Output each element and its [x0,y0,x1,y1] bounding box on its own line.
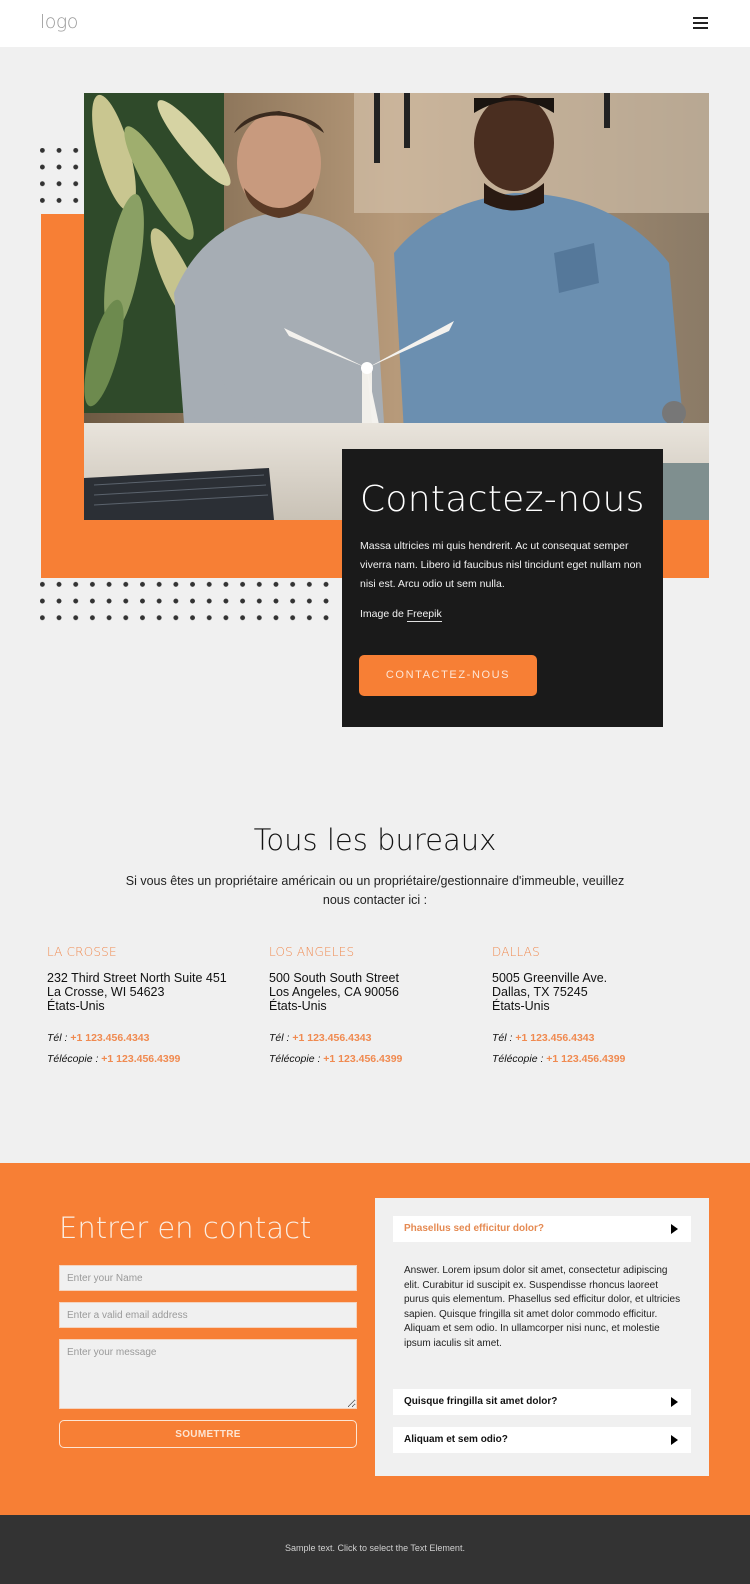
faq-question-1[interactable]: Phasellus sed efficitur dolor? [393,1216,691,1242]
play-arrow-icon [671,1435,678,1445]
menu-bar [693,22,708,24]
faq-question-text: Aliquam et sem odio? [404,1434,508,1445]
faq-question-text: Quisque fringilla sit amet dolor? [404,1396,558,1407]
credit-prefix: Image de [360,608,407,620]
office-dallas: DALLAS 5005 Greenville Ave. Dallas, TX 7… [492,945,712,1070]
fax-label: Télécopie : [492,1053,547,1065]
office-phones: Tél : +1 123.456.4343 Télécopie : +1 123… [47,1028,267,1070]
tel-label: Tél : [492,1032,516,1044]
address-line: Dallas, TX 75245 [492,985,588,999]
hero-title: Contactez-nous [360,479,645,520]
faq-question-text: Phasellus sed efficitur dolor? [404,1223,545,1234]
office-la-crosse: LA CROSSE 232 Third Street North Suite 4… [47,945,267,1070]
tel-number[interactable]: +1 123.456.4343 [70,1032,149,1044]
play-arrow-icon [671,1224,678,1234]
image-credit: Image de Freepik [360,608,645,622]
address-line: États-Unis [492,999,550,1013]
submit-button[interactable]: SOUMETTRE [59,1420,357,1448]
email-input[interactable] [59,1302,357,1328]
fax-number[interactable]: +1 123.456.4399 [323,1053,402,1065]
address-line: Los Angeles, CA 90056 [269,985,399,999]
hamburger-menu-icon[interactable] [693,16,708,30]
office-address: 232 Third Street North Suite 451 La Cros… [47,971,267,1013]
freepik-link[interactable]: Freepik [406,608,442,622]
faq-panel: Phasellus sed efficitur dolor? Answer. L… [375,1198,709,1476]
name-input[interactable] [59,1265,357,1291]
site-header: logo [0,0,750,47]
address-line: La Crosse, WI 54623 [47,985,165,999]
menu-bar [693,27,708,29]
office-city: LA CROSSE [47,945,117,959]
menu-bar [693,17,708,19]
tel-label: Tél : [47,1032,71,1044]
office-city: LOS ANGELES [269,945,355,959]
logo[interactable]: logo [40,11,78,33]
address-line: 232 Third Street North Suite 451 [47,971,227,985]
address-line: 5005 Greenville Ave. [492,971,608,985]
tel-number[interactable]: +1 123.456.4343 [292,1032,371,1044]
faq-question-3[interactable]: Aliquam et sem odio? [393,1427,691,1453]
tel-number[interactable]: +1 123.456.4343 [515,1032,594,1044]
message-textarea[interactable] [59,1339,357,1409]
dot-pattern-decoration [40,580,332,626]
fax-number[interactable]: +1 123.456.4399 [101,1053,180,1065]
fax-number[interactable]: +1 123.456.4399 [546,1053,625,1065]
office-city: DALLAS [492,945,540,959]
tel-label: Tél : [269,1032,293,1044]
office-phones: Tél : +1 123.456.4343 Télécopie : +1 123… [492,1028,712,1070]
address-line: États-Unis [47,999,105,1013]
faq-question-2[interactable]: Quisque fringilla sit amet dolor? [393,1389,691,1415]
dot-pattern-decoration [40,148,85,206]
office-address: 500 South South Street Los Angeles, CA 9… [269,971,489,1013]
offices-subtitle: Si vous êtes un propriétaire américain o… [125,874,625,907]
contact-section: Entrer en contact SOUMETTRE Phasellus se… [0,1163,750,1515]
faq-answer: Answer. Lorem ipsum dolor sit amet, cons… [404,1265,681,1349]
contact-us-button[interactable]: CONTACTEZ-NOUS [359,655,537,696]
hero-card: Contactez-nous Massa ultricies mi quis h… [342,449,663,727]
office-address: 5005 Greenville Ave. Dallas, TX 75245 Ét… [492,971,712,1013]
office-los-angeles: LOS ANGELES 500 South South Street Los A… [269,945,489,1070]
offices-title: Tous les bureaux [253,823,497,857]
contact-title: Entrer en contact [59,1211,312,1245]
site-footer: Sample text. Click to select the Text El… [0,1515,750,1584]
address-line: États-Unis [269,999,327,1013]
office-phones: Tél : +1 123.456.4343 Télécopie : +1 123… [269,1028,489,1070]
play-arrow-icon [671,1397,678,1407]
footer-text[interactable]: Sample text. Click to select the Text El… [0,1543,750,1553]
fax-label: Télécopie : [47,1053,102,1065]
fax-label: Télécopie : [269,1053,324,1065]
hero-description: Massa ultricies mi quis hendrerit. Ac ut… [360,540,642,590]
address-line: 500 South South Street [269,971,399,985]
